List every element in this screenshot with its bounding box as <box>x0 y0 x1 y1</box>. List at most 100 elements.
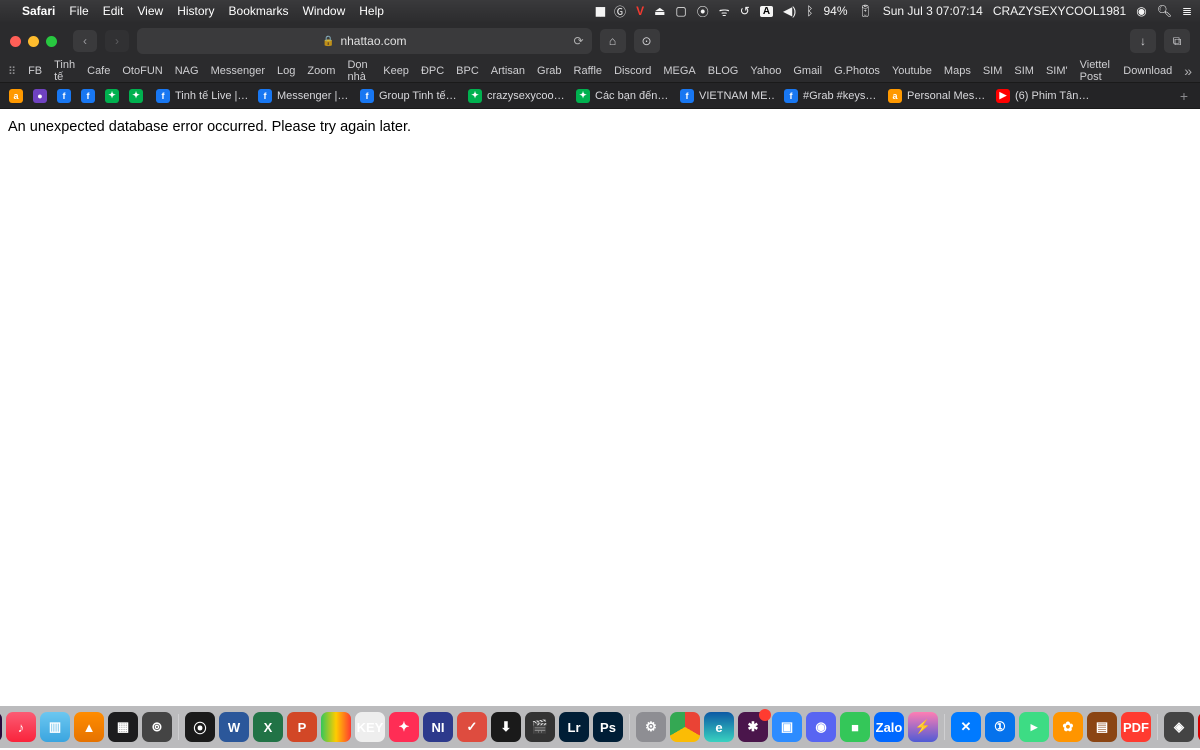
menu-history[interactable]: History <box>177 4 214 18</box>
chrome-app[interactable] <box>670 712 700 742</box>
timemachine-icon[interactable]: ↺ <box>740 4 750 18</box>
fav-item[interactable]: Yahoo <box>750 65 781 77</box>
favorites-more[interactable]: » <box>1184 63 1192 79</box>
reload-button[interactable]: ⟳ <box>573 34 583 48</box>
fav-item[interactable]: Tinh tế <box>54 60 75 82</box>
fav-item[interactable]: SIM' <box>1046 65 1068 77</box>
zoom-window[interactable] <box>46 36 57 47</box>
spotlight-icon[interactable]: 🔍︎ <box>1157 4 1172 18</box>
wifi-icon[interactable]: ᯤ <box>719 3 730 20</box>
bookmark-item[interactable]: f <box>78 86 98 106</box>
fav-item[interactable]: Messenger <box>211 65 265 77</box>
downloads-button[interactable]: ⊙ <box>634 29 660 53</box>
lock-icon[interactable]: ⏏ <box>654 4 665 18</box>
menu-bookmarks[interactable]: Bookmarks <box>229 4 289 18</box>
airdrop-app[interactable]: ◈ <box>1164 712 1194 742</box>
media-pause-icon[interactable]: ▮▮ <box>595 4 604 18</box>
menu-help[interactable]: Help <box>359 4 384 18</box>
controlcenter-icon[interactable]: ≣ <box>1182 4 1192 18</box>
menu-window[interactable]: Window <box>303 4 346 18</box>
fav-item[interactable]: BPC <box>456 65 479 77</box>
db-app[interactable]: ▤ <box>1087 712 1117 742</box>
bookmark-item[interactable]: ● <box>30 86 50 106</box>
fav-item[interactable]: Discord <box>614 65 651 77</box>
bookmark-item[interactable]: ✦ <box>126 86 146 106</box>
fav-item[interactable]: Artisan <box>491 65 525 77</box>
fav-item[interactable]: BLOG <box>708 65 739 77</box>
app-name[interactable]: Safari <box>22 4 55 18</box>
jdownloader-app[interactable]: ⬇ <box>491 712 521 742</box>
zoom-app[interactable]: ▣ <box>772 712 802 742</box>
todoist-app[interactable]: ✓ <box>457 712 487 742</box>
systemprefs-app[interactable]: ⚙ <box>636 712 666 742</box>
bookmark-item[interactable]: fMessenger |… <box>252 86 350 106</box>
fav-item[interactable]: Gmail <box>793 65 822 77</box>
menu-file[interactable]: File <box>69 4 88 18</box>
fav-item[interactable]: Zoom <box>307 65 335 77</box>
fastuser-icon[interactable]: ◉ <box>1136 4 1146 18</box>
back-button[interactable]: ‹ <box>73 30 97 52</box>
v-icon[interactable]: V <box>636 4 644 18</box>
username[interactable]: CRAZYSEXYCOOL1981 <box>993 4 1126 18</box>
vlc-app[interactable]: ▲ <box>74 712 104 742</box>
address-bar[interactable]: 🔒 nhattao.com ⟳ <box>137 28 592 54</box>
pet-app[interactable]: ✿ <box>1053 712 1083 742</box>
photoshop-app[interactable]: Ps <box>593 712 623 742</box>
bookmark-item[interactable]: aPersonal Mes… <box>882 86 986 106</box>
keyboard-icon[interactable]: A <box>760 6 773 17</box>
fav-item[interactable]: Download <box>1123 65 1172 77</box>
new-tab-button[interactable]: + <box>1174 86 1194 106</box>
clapper-app[interactable]: 🎬 <box>525 712 555 742</box>
premiere-app[interactable]: Pr <box>0 712 2 742</box>
edge-app[interactable]: e <box>704 712 734 742</box>
facetime-app[interactable]: ■ <box>840 712 870 742</box>
keyboard-app[interactable]: KEY <box>355 712 385 742</box>
xa-app[interactable]: ✕ <box>951 712 981 742</box>
fav-item[interactable]: Cafe <box>87 65 110 77</box>
bookmark-item[interactable]: fVIETNAM ME… <box>674 86 774 106</box>
word-app[interactable]: W <box>219 712 249 742</box>
btt-app[interactable]: ⊚ <box>142 712 172 742</box>
favorites-grip[interactable]: ⠿ <box>8 65 16 78</box>
bookmark-item[interactable]: ▶(6) Phim Tân… <box>990 86 1090 106</box>
fav-item[interactable]: G.Photos <box>834 65 880 77</box>
ni-app[interactable]: NI <box>423 712 453 742</box>
messenger-app[interactable]: ⚡ <box>908 712 938 742</box>
bookmark-item[interactable]: ✦ <box>102 86 122 106</box>
fav-item[interactable]: OtoFUN <box>122 65 162 77</box>
bookmark-item[interactable]: fTinh tế Live |… <box>150 86 248 106</box>
ak-app[interactable]: ✦ <box>389 712 419 742</box>
excel-app[interactable]: X <box>253 712 283 742</box>
battery-percent[interactable]: 94% <box>823 4 847 18</box>
fav-item[interactable]: Maps <box>944 65 971 77</box>
fav-item[interactable]: Grab <box>537 65 561 77</box>
fav-item[interactable]: MEGA <box>663 65 695 77</box>
fav-item[interactable]: Raffle <box>574 65 603 77</box>
bookmark-item[interactable]: f#Grab #keys… <box>778 86 878 106</box>
fav-item[interactable]: FB <box>28 65 42 77</box>
colorpicker-app[interactable] <box>321 712 351 742</box>
lightroom-app[interactable]: Lr <box>559 712 589 742</box>
bookmark-item[interactable]: f <box>54 86 74 106</box>
pdf-app[interactable]: PDF <box>1121 712 1151 742</box>
fav-item[interactable]: SIM <box>1014 65 1034 77</box>
tabs-button[interactable]: ⧉ <box>1164 29 1190 53</box>
fav-item[interactable]: Keep <box>383 65 409 77</box>
display-icon[interactable]: ▢ <box>675 4 686 18</box>
fav-item[interactable]: ĐPC <box>421 65 444 77</box>
volume-icon[interactable]: ◀︎) <box>783 4 796 18</box>
close-window[interactable] <box>10 36 21 47</box>
share-button[interactable]: ↓ <box>1130 29 1156 53</box>
bookmark-item[interactable]: ✦crazysexycoo… <box>462 86 566 106</box>
slack-app[interactable]: ✱ <box>738 712 768 742</box>
powerpoint-app[interactable]: P <box>287 712 317 742</box>
menu-edit[interactable]: Edit <box>103 4 124 18</box>
grammarly-icon[interactable]: Ⓖ <box>614 3 626 20</box>
bluetooth-icon[interactable]: ᛒ <box>806 4 813 18</box>
onepw-app[interactable]: ① <box>985 712 1015 742</box>
android-app[interactable]: ▸ <box>1019 712 1049 742</box>
onepassword-app[interactable]: ⦿ <box>185 712 215 742</box>
datetime[interactable]: Sun Jul 3 07:07:14 <box>883 4 983 18</box>
folder-app[interactable]: ▥ <box>40 712 70 742</box>
menu-view[interactable]: View <box>137 4 163 18</box>
